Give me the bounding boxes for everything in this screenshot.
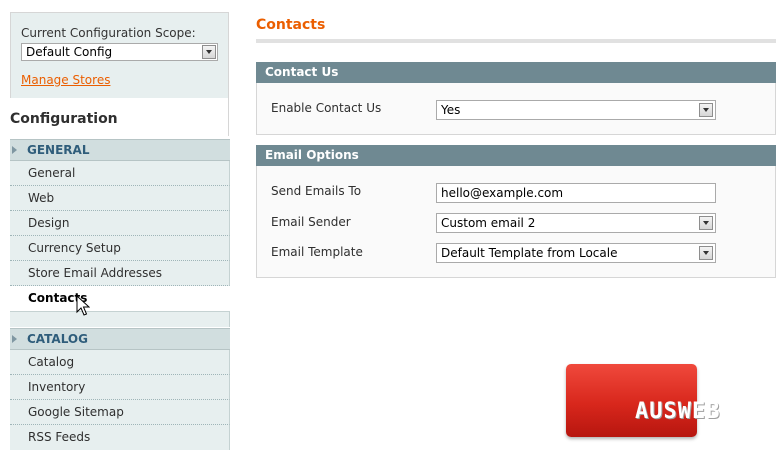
send-emails-to-label: Send Emails To [271, 184, 362, 198]
scope-label: Current Configuration Scope: [21, 26, 196, 40]
email-template-label: Email Template [271, 245, 363, 259]
sidebar-item-rss-feeds[interactable]: RSS Feeds [10, 425, 230, 450]
page-title: Contacts [256, 17, 326, 33]
configuration-heading: Configuration [10, 98, 229, 136]
triangle-right-icon [12, 146, 17, 154]
scope-select-value: Default Config [26, 45, 113, 59]
sidebar-item-store-email-addresses[interactable]: Store Email Addresses [10, 261, 230, 286]
sidebar-item-google-sitemap[interactable]: Google Sitemap [10, 400, 230, 425]
section-header-catalog[interactable]: CATALOG [10, 328, 230, 350]
send-emails-to-input[interactable]: hello@example.com [436, 183, 716, 203]
sidebar-item-currency-setup[interactable]: Currency Setup [10, 236, 230, 261]
sidebar-item-inventory[interactable]: Inventory [10, 375, 230, 400]
sidebar-item-design[interactable]: Design [10, 211, 230, 236]
chevron-down-icon[interactable] [699, 216, 713, 230]
email-sender-select[interactable]: Custom email 2 [436, 213, 716, 233]
triangle-right-icon [12, 335, 17, 343]
sidebar-item-contacts[interactable]: Contacts [10, 286, 230, 311]
chevron-down-icon[interactable] [699, 103, 713, 117]
ausweb-logo-text: AUSWEB [635, 399, 721, 424]
email-sender-label: Email Sender [271, 215, 351, 229]
chevron-down-icon[interactable] [699, 246, 713, 260]
section-title: GENERAL [27, 143, 90, 157]
chevron-down-icon[interactable] [202, 45, 216, 59]
sidebar-item-web[interactable]: Web [10, 186, 230, 211]
contact-us-header[interactable]: Contact Us [256, 62, 776, 83]
sidebar-item-general[interactable]: General [10, 161, 230, 186]
email-template-select[interactable]: Default Template from Locale [436, 243, 716, 263]
title-divider [256, 39, 776, 43]
send-emails-to-value: hello@example.com [441, 186, 564, 200]
manage-stores-link[interactable]: Manage Stores [21, 73, 110, 87]
enable-contact-us-label: Enable Contact Us [271, 101, 382, 115]
email-options-header[interactable]: Email Options [256, 145, 776, 166]
scope-select[interactable]: Default Config [21, 43, 218, 61]
enable-contact-us-select[interactable]: Yes [436, 100, 716, 120]
enable-contact-us-value: Yes [441, 103, 461, 117]
section-header-general[interactable]: GENERAL [10, 139, 230, 161]
email-sender-value: Custom email 2 [441, 216, 536, 230]
config-scope-panel: Current Configuration Scope: Default Con… [10, 12, 229, 98]
sidebar-item-catalog[interactable]: Catalog [10, 350, 230, 375]
mouse-cursor-icon [76, 295, 90, 316]
section-spacer [10, 311, 230, 327]
section-title: CATALOG [27, 332, 88, 346]
email-template-value: Default Template from Locale [441, 246, 618, 260]
